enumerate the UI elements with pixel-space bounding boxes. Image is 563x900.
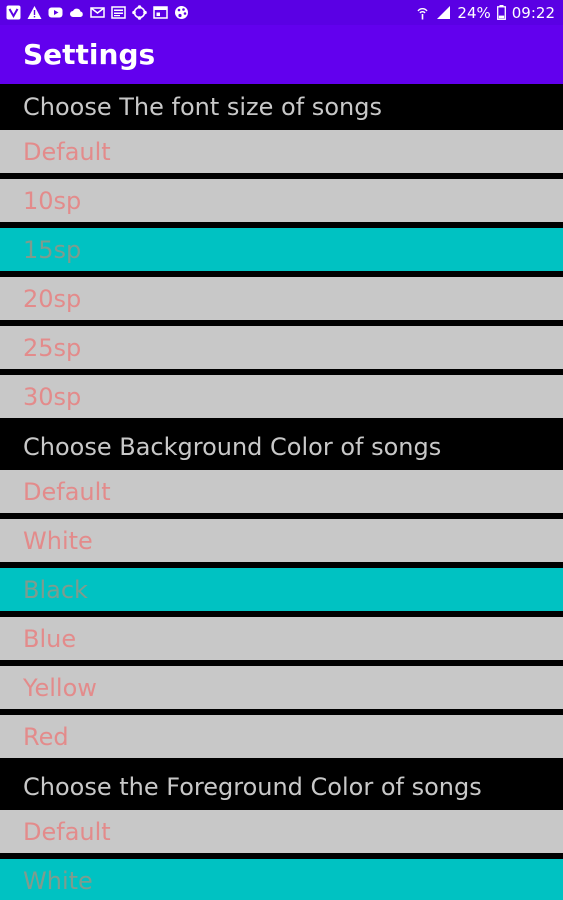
font-size-option-25sp[interactable]: 25sp <box>0 326 563 372</box>
signal-icon <box>436 5 451 20</box>
option-label: Red <box>23 722 69 751</box>
option-label: 20sp <box>23 284 82 313</box>
puzzle-icon <box>132 5 147 20</box>
foreground-option-white[interactable]: White <box>0 859 563 900</box>
settings-list[interactable]: Choose The font size of songs Default 10… <box>0 84 563 900</box>
option-label: 10sp <box>23 186 82 215</box>
font-size-option-15sp[interactable]: 15sp <box>0 228 563 274</box>
background-option-white[interactable]: White <box>0 519 563 565</box>
font-size-option-30sp[interactable]: 30sp <box>0 375 563 421</box>
option-label: Black <box>23 575 88 604</box>
option-label: Default <box>23 137 111 166</box>
option-label: Yellow <box>23 673 97 702</box>
alert-triangle-icon <box>27 5 42 20</box>
app-bar: Settings <box>0 25 563 84</box>
background-option-yellow[interactable]: Yellow <box>0 666 563 712</box>
option-label: White <box>23 866 93 895</box>
background-option-blue[interactable]: Blue <box>0 617 563 663</box>
font-size-option-10sp[interactable]: 10sp <box>0 179 563 225</box>
foreground-option-default[interactable]: Default <box>0 810 563 856</box>
option-label: Default <box>23 817 111 846</box>
battery-icon <box>496 5 506 20</box>
cloud-icon <box>69 5 84 20</box>
font-size-option-default[interactable]: Default <box>0 130 563 176</box>
background-option-black[interactable]: Black <box>0 568 563 614</box>
section-header-label: Choose The font size of songs <box>23 93 382 121</box>
clock: 09:22 <box>511 3 555 22</box>
section-header-label: Choose the Foreground Color of songs <box>23 773 482 801</box>
section-header-foreground-color: Choose the Foreground Color of songs <box>0 764 563 810</box>
font-size-option-20sp[interactable]: 20sp <box>0 277 563 323</box>
v-icon <box>6 5 21 20</box>
option-label: Blue <box>23 624 77 653</box>
option-label: 25sp <box>23 333 82 362</box>
option-label: 15sp <box>23 235 82 264</box>
calendar-icon <box>153 5 168 20</box>
section-header-label: Choose Background Color of songs <box>23 433 442 461</box>
background-option-default[interactable]: Default <box>0 470 563 516</box>
option-label: White <box>23 526 93 555</box>
page-title: Settings <box>23 38 156 71</box>
background-option-red[interactable]: Red <box>0 715 563 761</box>
hotspot-icon <box>415 5 430 20</box>
section-header-background-color: Choose Background Color of songs <box>0 424 563 470</box>
battery-percent: 24% <box>457 3 491 22</box>
status-bar: 24% 09:22 <box>0 0 563 25</box>
youtube-icon <box>48 5 63 20</box>
mail-icon <box>90 5 105 20</box>
system-status: 24% 09:22 <box>415 4 555 22</box>
palette-icon <box>174 5 189 20</box>
option-label: Default <box>23 477 111 506</box>
notification-icons <box>6 5 189 20</box>
section-header-font-size: Choose The font size of songs <box>0 84 563 130</box>
option-label: 30sp <box>23 382 82 411</box>
news-icon <box>111 5 126 20</box>
